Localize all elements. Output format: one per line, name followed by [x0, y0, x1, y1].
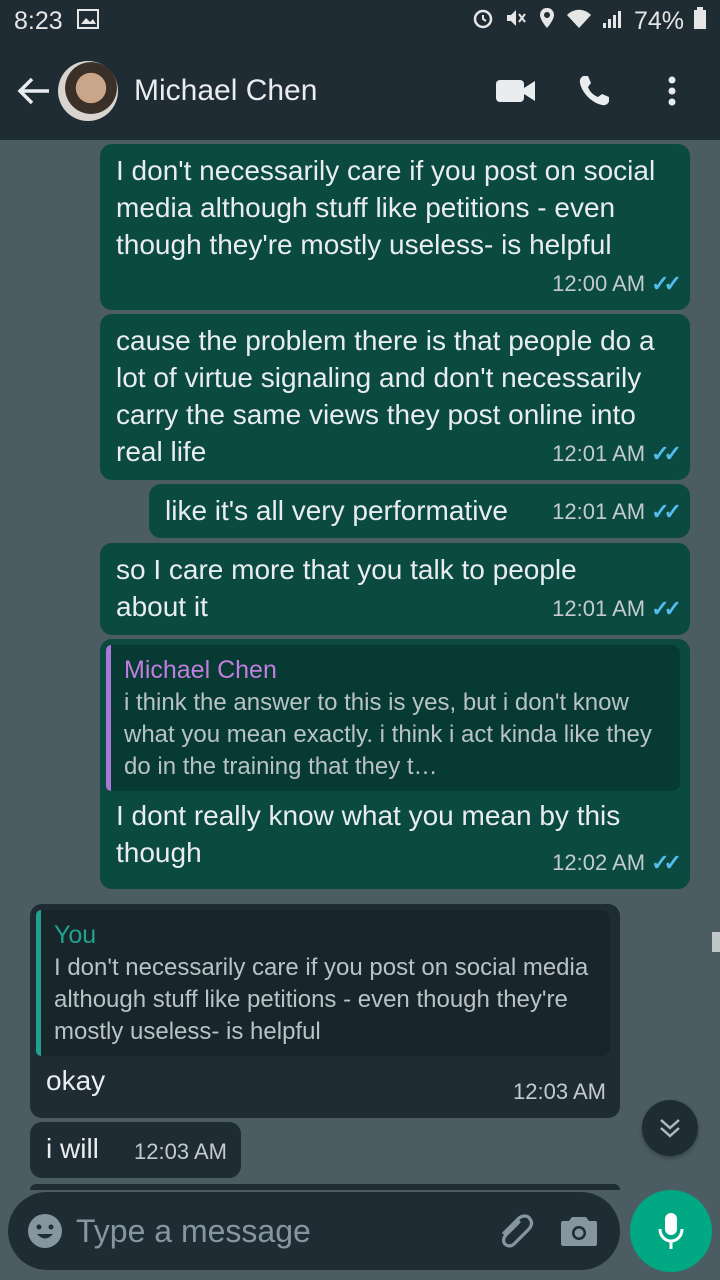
- message-input[interactable]: [76, 1212, 496, 1250]
- video-call-button[interactable]: [488, 63, 544, 119]
- message-time: 12:03 AM: [134, 1139, 227, 1164]
- emoji-icon: [28, 1214, 62, 1248]
- alarm-icon: [472, 7, 494, 36]
- attach-icon: [502, 1214, 534, 1248]
- mute-icon: [504, 7, 528, 36]
- outgoing-message[interactable]: cause the problem there is that people d…: [100, 314, 690, 480]
- quoted-text: i think the answer to this is yes, but i…: [124, 689, 652, 780]
- message-time: 12:01 AM: [552, 596, 646, 621]
- scroll-to-bottom-button[interactable]: [642, 1100, 698, 1156]
- avatar[interactable]: [58, 61, 118, 121]
- message-time: 12:00 AM: [552, 271, 646, 296]
- outgoing-message[interactable]: so I care more that you talk to people a…: [100, 543, 690, 635]
- outgoing-reply-message[interactable]: Michael Chen i think the answer to this …: [100, 639, 690, 889]
- message-text: so I care more that you talk to people a…: [116, 554, 577, 622]
- phone-icon: [579, 76, 609, 106]
- message-composer: [8, 1192, 620, 1270]
- voice-message-button[interactable]: [630, 1190, 712, 1272]
- back-button[interactable]: [10, 67, 58, 115]
- incoming-message[interactable]: i will 12:03 AM: [30, 1122, 241, 1178]
- read-ticks-icon: ✓✓: [651, 850, 682, 875]
- battery-level: 74%: [633, 6, 684, 35]
- message-time: 12:02 AM: [552, 850, 646, 875]
- video-call-icon: [496, 80, 535, 102]
- scrollbar-thumb[interactable]: [712, 932, 720, 952]
- more-options-icon: [668, 76, 676, 106]
- message-time: 12:01 AM: [552, 441, 646, 466]
- attach-button[interactable]: [496, 1207, 536, 1255]
- quoted-author: You: [54, 921, 97, 949]
- read-ticks-icon: ✓✓: [651, 499, 682, 524]
- more-options-button[interactable]: [644, 63, 700, 119]
- outgoing-message[interactable]: I don't necessarily care if you post on …: [100, 144, 690, 310]
- mic-icon: [658, 1213, 684, 1249]
- scroll-down-icon: [660, 1119, 680, 1138]
- chat-header: Michael Chen: [0, 42, 720, 140]
- camera-icon: [561, 1217, 597, 1246]
- message-text: I don't necessarily care if you post on …: [116, 155, 656, 260]
- location-icon: [538, 7, 556, 36]
- chat-area[interactable]: I don't necessarily care if you post on …: [0, 140, 720, 1190]
- contact-name[interactable]: Michael Chen: [134, 74, 466, 108]
- wifi-icon: [566, 7, 592, 36]
- status-time: 8:23: [14, 6, 63, 35]
- message-text: i will: [46, 1133, 99, 1164]
- status-bar: 8:23 74%: [0, 0, 720, 42]
- read-ticks-icon: ✓✓: [651, 271, 682, 296]
- emoji-button[interactable]: [26, 1207, 64, 1255]
- quoted-message[interactable]: You I don't necessarily care if you post…: [36, 910, 610, 1056]
- gallery-notification-icon: [76, 7, 99, 36]
- outgoing-message[interactable]: like it's all very performative 12:01 AM…: [149, 484, 690, 538]
- camera-button[interactable]: [560, 1207, 598, 1255]
- battery-icon: [694, 6, 706, 36]
- quoted-message[interactable]: Michael Chen i think the answer to this …: [106, 645, 680, 791]
- incoming-reply-message[interactable]: You I don't necessarily care if you post…: [30, 904, 620, 1118]
- quoted-author: Michael Chen: [124, 656, 277, 684]
- message-time: 12:03 AM: [513, 1079, 606, 1104]
- message-time: 12:01 AM: [552, 499, 646, 524]
- quoted-text: I don't necessarily care if you post on …: [54, 954, 589, 1045]
- read-ticks-icon: ✓✓: [651, 441, 682, 466]
- phone-call-button[interactable]: [566, 63, 622, 119]
- back-arrow-icon: [17, 77, 49, 105]
- read-ticks-icon: ✓✓: [651, 596, 682, 621]
- signal-icon: [602, 7, 624, 36]
- partial-message: [30, 1184, 620, 1190]
- message-text: like it's all very performative: [165, 495, 508, 526]
